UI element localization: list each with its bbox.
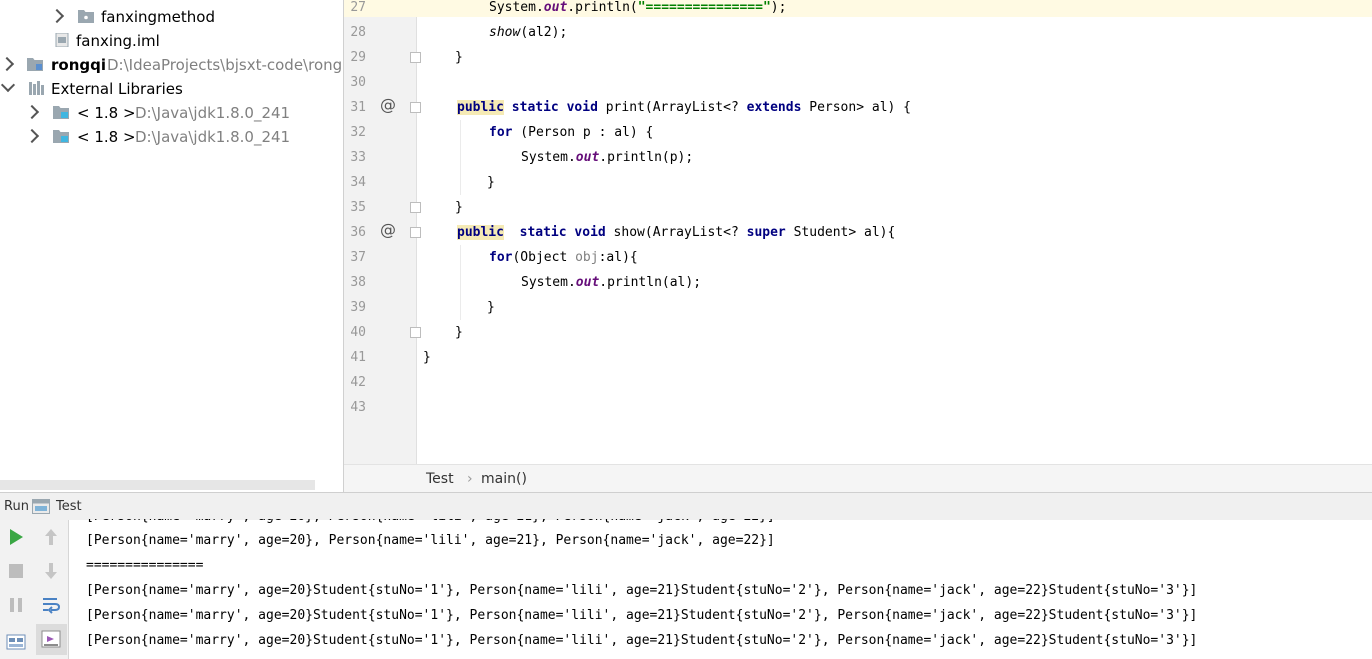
tree-item-jdk[interactable]: < 1.8 > D:\Java\jdk1.8.0_241	[0, 125, 343, 149]
jdk-folder-icon	[53, 106, 69, 119]
indent-guide	[460, 245, 461, 320]
tree-item-label: < 1.8 >	[77, 128, 136, 146]
code-line-28: show(al2);	[489, 25, 568, 40]
breadcrumb-method[interactable]: main()	[481, 471, 527, 487]
code-line-35: }	[455, 200, 463, 215]
soft-wrap-icon[interactable]	[40, 594, 62, 616]
line-number: 35	[350, 200, 366, 215]
horizontal-scrollbar[interactable]	[0, 480, 315, 490]
tree-item-label: < 1.8 >	[77, 104, 136, 122]
run-tab-label[interactable]: Run	[4, 499, 29, 514]
line-number: 42	[350, 375, 366, 390]
library-icon	[29, 81, 44, 95]
scroll-to-end-toggle[interactable]	[36, 624, 67, 655]
tree-item-jdk[interactable]: < 1.8 > D:\Java\jdk1.8.0_241	[0, 101, 343, 125]
stop-icon[interactable]	[5, 560, 27, 582]
line-number: 29	[350, 50, 366, 65]
tree-item-label: External Libraries	[51, 80, 183, 98]
line-number: 32	[350, 125, 366, 140]
console-line: [Person{name='marry', age=20}Student{stu…	[86, 608, 1198, 623]
code-line-32: for (Person p : al) {	[489, 125, 654, 140]
code-line-33: System.out.println(p);	[521, 150, 694, 165]
console-line: [Person{name='marry', age=20}Student{stu…	[86, 583, 1198, 598]
indent-guide	[460, 120, 461, 195]
tree-item-external-libraries[interactable]: External Libraries	[0, 77, 343, 101]
project-tree-panel: fanxingmethod fanxing.iml rongqi D:\Idea…	[0, 0, 344, 492]
run-config-icon	[32, 499, 50, 514]
run-config-name[interactable]: Test	[56, 499, 82, 514]
jdk-folder-icon	[53, 130, 69, 143]
tree-item-path: D:\Java\jdk1.8.0_241	[135, 104, 291, 122]
line-number: 41	[350, 350, 366, 365]
tree-item-fanxingmethod[interactable]: fanxingmethod	[0, 5, 343, 29]
console-line: [Person{name='marry', age=20}, Person{na…	[86, 533, 775, 548]
run-tool-window-header: Run Test	[0, 492, 1372, 521]
line-number: 28	[350, 25, 366, 40]
line-number: 43	[350, 400, 366, 415]
chevron-down-icon[interactable]	[0, 77, 16, 93]
breadcrumb-class[interactable]: Test	[426, 471, 454, 487]
fold-marker-icon[interactable]	[410, 227, 421, 238]
code-line-39: }	[487, 300, 495, 315]
line-number: 31	[350, 100, 366, 115]
breadcrumb: Test › main()	[344, 464, 1372, 493]
tree-item-label: fanxing.iml	[76, 32, 160, 50]
override-marker-icon[interactable]: @	[380, 220, 396, 239]
line-number: 30	[350, 75, 366, 90]
fold-marker-icon[interactable]	[410, 202, 421, 213]
scroll-to-end-icon	[41, 630, 61, 648]
tree-item-label: rongqi	[51, 56, 106, 74]
tree-item-label: fanxingmethod	[101, 8, 215, 26]
line-number: 39	[350, 300, 366, 315]
console-line: [Person{name='marry', age=20}Student{stu…	[86, 633, 1198, 648]
tree-item-path: D:\Java\jdk1.8.0_241	[135, 128, 291, 146]
code-line-29: }	[455, 50, 463, 65]
chevron-right-icon[interactable]	[24, 104, 40, 120]
pause-icon[interactable]	[5, 594, 27, 616]
run-toolbar	[0, 520, 69, 659]
line-number: 36	[350, 225, 366, 240]
code-line-36: public static void show(ArrayList<? supe…	[457, 225, 896, 240]
console-line: ===============	[86, 558, 204, 573]
rerun-play-icon[interactable]	[5, 526, 27, 548]
module-folder-icon	[27, 58, 43, 71]
chevron-right-icon[interactable]	[24, 128, 40, 144]
tree-item-rongqi[interactable]: rongqi D:\IdeaProjects\bjsxt-code\rong	[0, 53, 343, 77]
code-line-31: public static void print(ArrayList<? ext…	[457, 100, 911, 115]
code-line-37: for(Object obj:al){	[489, 250, 638, 265]
line-number: 40	[350, 325, 366, 340]
tree-item-fanxing-iml[interactable]: fanxing.iml	[0, 29, 343, 53]
code-line-41: }	[423, 350, 431, 365]
override-marker-icon[interactable]: @	[380, 95, 396, 114]
line-number: 34	[350, 175, 366, 190]
line-number: 33	[350, 150, 366, 165]
code-line-40: }	[455, 325, 463, 340]
iml-file-icon	[55, 33, 69, 47]
arrow-down-icon[interactable]	[40, 560, 62, 582]
code-line-27: System.out.println("===============");	[489, 0, 787, 15]
chevron-right-icon[interactable]	[49, 8, 65, 24]
arrow-up-icon[interactable]	[40, 526, 62, 548]
line-number: 38	[350, 275, 366, 290]
line-number: 27	[350, 0, 366, 15]
fold-marker-icon[interactable]	[410, 327, 421, 338]
package-folder-icon	[78, 10, 94, 23]
chevron-right-icon[interactable]	[0, 56, 15, 72]
fold-marker-icon[interactable]	[410, 102, 421, 113]
tree-item-path: D:\IdeaProjects\bjsxt-code\rong	[107, 56, 343, 74]
code-line-38: System.out.println(al);	[521, 275, 702, 290]
line-number: 37	[350, 250, 366, 265]
layout-icon[interactable]	[5, 630, 27, 652]
breadcrumb-separator: ›	[467, 471, 473, 487]
fold-marker-icon[interactable]	[410, 52, 421, 63]
code-line-34: }	[487, 175, 495, 190]
